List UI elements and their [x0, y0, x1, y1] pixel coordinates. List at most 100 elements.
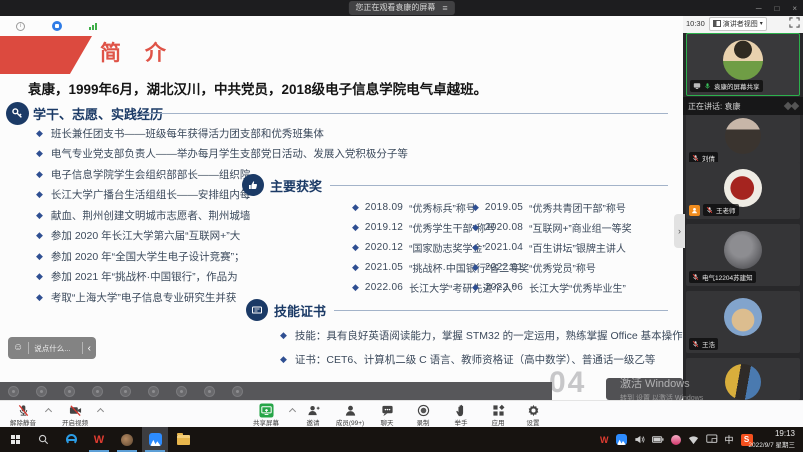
unmute-button[interactable]: 解除静音 [4, 403, 42, 427]
thumbs-up-icon [242, 174, 264, 196]
members-button[interactable]: 成员(99+) [330, 403, 370, 427]
award-item: ◆2020.08“互联网+”商业组一等奖 [472, 220, 632, 235]
avatar [725, 118, 761, 154]
raise-hand-button[interactable]: 举手 [444, 403, 478, 427]
participant-tile[interactable]: 刘倩 [686, 110, 800, 167]
annotation-tool-icon [64, 386, 75, 397]
slide-title: 简 介 [100, 37, 175, 67]
layout-icon [713, 20, 721, 27]
meeting-duration: 10:30 [686, 19, 705, 28]
emoji-icon[interactable]: ☺ [13, 343, 23, 353]
quick-chat-bar[interactable]: ☺ 说点什么... ‹ [8, 337, 96, 359]
tray-wps-icon[interactable]: W [600, 435, 609, 445]
start-button[interactable] [2, 427, 28, 452]
notification-menu-icon[interactable]: ≡ [442, 1, 447, 15]
title-banner-shape [0, 36, 92, 74]
hand-icon [444, 403, 478, 417]
mic-muted-icon [692, 340, 699, 348]
awards-heading: 主要获奖 [270, 176, 322, 195]
clock-time: 19:13 [731, 429, 795, 438]
taskbar-wps-icon[interactable]: W [86, 427, 112, 452]
window-title-bar: 您正在观看袁康的屏幕 ≡ ─ □ × [0, 0, 803, 16]
avatar [724, 169, 762, 207]
chat-button[interactable]: 聊天 [370, 403, 404, 427]
start-video-button[interactable]: 开启视频 [56, 403, 94, 427]
chevron-right-icon: › [678, 226, 681, 236]
chevron-down-icon: ▾ [760, 20, 763, 27]
taskbar-edge-icon[interactable] [58, 427, 84, 452]
taskbar-meeting-icon[interactable] [142, 427, 168, 452]
file-explorer-icon [177, 435, 190, 445]
participants-panel: 10:30 演讲者视图 ▾ 袁康的屏幕共享 正在讲话: 袁康 刘倩 [683, 14, 803, 400]
participant-tile[interactable]: 王老师 [686, 162, 800, 219]
award-item: ◆2021.04“百生讲坛”银牌主讲人 [472, 240, 626, 255]
taskbar-search-button[interactable] [30, 427, 56, 452]
close-button[interactable]: × [792, 4, 797, 13]
participant-tile[interactable]: 电气12204苏建知 [686, 224, 800, 286]
key-icon [6, 102, 29, 125]
notification-text: 您正在观看袁康的屏幕 [355, 1, 435, 15]
activate-windows-watermark: 激活 Windows 转到 设置 以激活 Windows [620, 375, 703, 403]
fullscreen-icon[interactable] [789, 15, 800, 33]
apps-button[interactable]: 应用 [481, 403, 515, 427]
windows-logo-icon [11, 435, 20, 444]
network-signal-icon[interactable] [89, 23, 97, 30]
avatar [724, 231, 762, 269]
sidebar-collapse-handle[interactable]: › [674, 214, 685, 248]
settings-button[interactable]: 设置 [516, 403, 550, 427]
presenter-annotation-strip [0, 382, 552, 400]
mic-muted-icon [4, 403, 42, 417]
participant-tile[interactable]: 王浩 [686, 291, 800, 353]
award-item: ◆2022.01“优秀党员”称号 [472, 260, 596, 275]
chat-collapse-icon[interactable]: ‹ [88, 343, 91, 354]
share-screen-button[interactable]: 共享屏幕 [246, 403, 286, 427]
divider [142, 113, 668, 114]
participant-name: 王浩 [702, 339, 715, 349]
annotation-tool-icon [148, 386, 159, 397]
display-settings-icon[interactable] [706, 434, 718, 445]
wps-office-icon: W [94, 434, 104, 446]
award-item: ◆2019.05“优秀共青团干部”称号 [472, 200, 626, 215]
divider [330, 185, 668, 186]
mic-options-caret[interactable] [45, 408, 52, 415]
experience-bullet: ◆电子信息学院学生会组织部部长——组织院 [36, 167, 250, 182]
chat-icon [370, 403, 404, 417]
intro-line: 袁康，1999年6月，湖北汉川，中共党员，2018级电子信息学院电气卓越班。 [28, 78, 487, 98]
participant-tile-screen-share[interactable]: 袁康的屏幕共享 [686, 33, 800, 96]
panel-header: 10:30 演讲者视图 ▾ [683, 14, 803, 33]
experience-bullet: ◆考取“上海大学”电子信息专业研究生并获 [36, 290, 236, 305]
annotation-tool-icon [204, 386, 215, 397]
meeting-info-icon[interactable]: i [16, 22, 25, 31]
tencent-meeting-icon [149, 433, 162, 446]
annotation-tool-icon [120, 386, 131, 397]
video-options-caret[interactable] [97, 408, 104, 415]
qq-icon[interactable] [671, 435, 681, 445]
wifi-icon[interactable] [688, 434, 699, 445]
encryption-icon[interactable] [52, 21, 62, 31]
avatar [723, 40, 763, 80]
view-mode-button[interactable]: 演讲者视图 ▾ [709, 17, 767, 31]
award-item: ◆2022.06长江大学“优秀毕业生” [472, 280, 626, 295]
mic-on-icon [704, 82, 711, 90]
minimize-button[interactable]: ─ [756, 4, 762, 13]
volume-icon[interactable] [634, 434, 645, 445]
participant-name: 电气12204苏建知 [702, 272, 753, 282]
taskbar-photos-icon[interactable] [114, 427, 140, 452]
quick-chat-input[interactable]: 说点什么... [34, 343, 76, 354]
taskbar-explorer-icon[interactable] [170, 427, 196, 452]
annotation-tool-icon [232, 386, 243, 397]
edge-browser-icon [66, 434, 77, 445]
battery-icon[interactable] [652, 435, 664, 444]
share-options-caret[interactable] [289, 408, 296, 415]
invite-button[interactable]: 邀请 [296, 403, 330, 427]
record-button[interactable]: 录制 [406, 403, 440, 427]
skill-bullet: ◆证书：CET6、计算机二级 C 语言、教师资格证（高中数学）、普通话一级乙等 [280, 352, 655, 367]
tray-meeting-icon[interactable] [616, 434, 627, 445]
maximize-button[interactable]: □ [774, 4, 779, 13]
slide-page-number: 04 [549, 366, 586, 400]
annotation-tool-icon [92, 386, 103, 397]
watching-screen-notification[interactable]: 您正在观看袁康的屏幕 ≡ [348, 1, 454, 15]
award-item: ◆2020.12“国家励志奖学金” [352, 240, 486, 255]
taskbar-clock[interactable]: 19:13 2022/9/7 星期三 [731, 429, 795, 449]
clock-date: 2022/9/7 星期三 [731, 439, 795, 449]
